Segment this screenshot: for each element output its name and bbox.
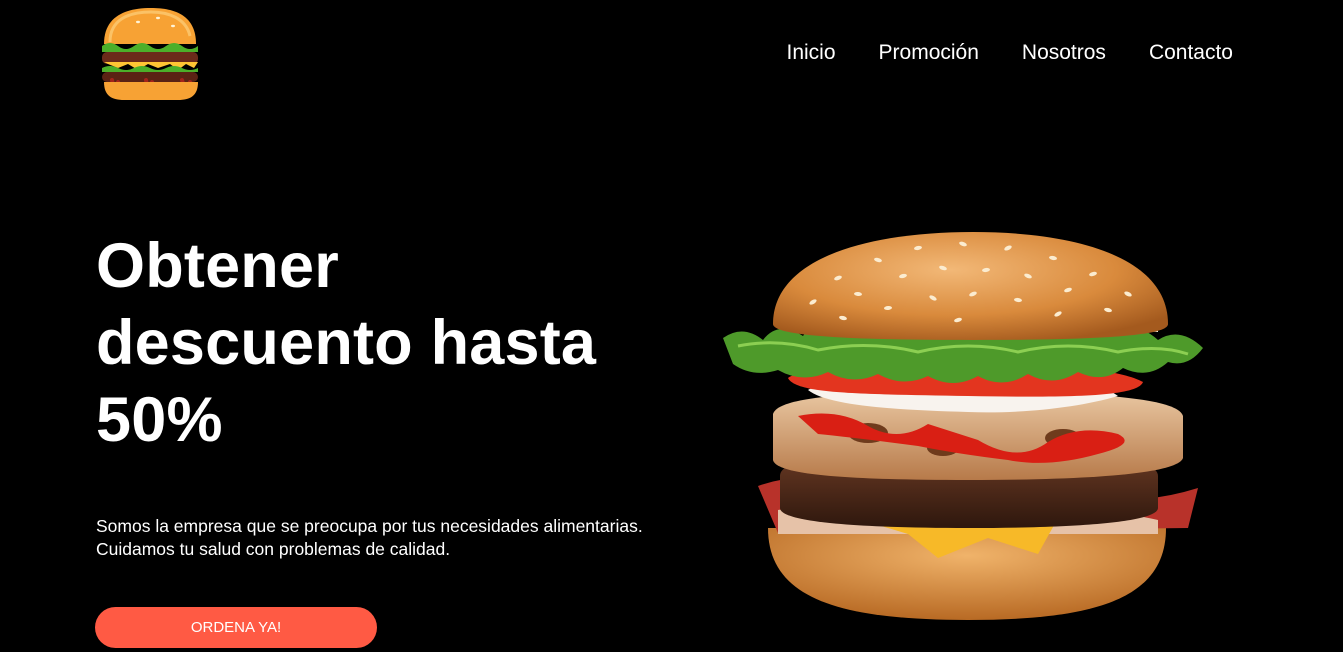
hero-headline-line: descuento hasta (96, 308, 597, 378)
hero-headline-line: 50% (96, 385, 223, 455)
nav-link-inicio[interactable]: Inicio (786, 40, 835, 66)
nav-link-contacto[interactable]: Contacto (1149, 40, 1233, 66)
hero-headline-line: Obtener (96, 231, 339, 301)
burger-logo-icon[interactable] (98, 6, 204, 102)
landing-page: Inicio Promoción Nosotros Contacto Obten… (0, 0, 1343, 652)
nav-link-nosotros[interactable]: Nosotros (1022, 40, 1106, 66)
hero-headline: Obtener descuento hasta 50% (96, 228, 696, 459)
hero-description: Somos la empresa que se preocupa por tus… (96, 516, 643, 559)
burger-image (723, 232, 1203, 620)
main-nav: Inicio Promoción Nosotros Contacto (786, 40, 1233, 66)
order-now-button[interactable]: ORDENA YA! (95, 607, 377, 648)
nav-link-promocion[interactable]: Promoción (879, 40, 979, 66)
